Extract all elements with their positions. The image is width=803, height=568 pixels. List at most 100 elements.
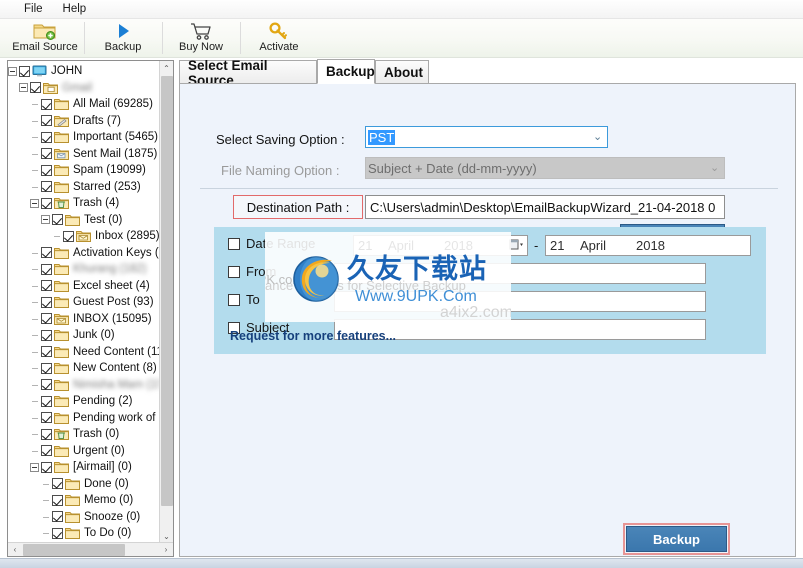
- tab-about[interactable]: About: [375, 60, 429, 84]
- tree-node-checkbox[interactable]: [41, 164, 52, 176]
- tree-node-checkbox[interactable]: [41, 346, 52, 358]
- tree-node-checkbox[interactable]: [41, 313, 52, 325]
- tree-node[interactable]: Trash (0): [8, 426, 160, 443]
- tree-node-checkbox[interactable]: [41, 362, 52, 374]
- from-checkbox[interactable]: From: [228, 264, 276, 279]
- tree-node[interactable]: Memo (0): [8, 492, 160, 509]
- checkbox-box[interactable]: [228, 265, 240, 278]
- tree-node[interactable]: Done (0): [8, 476, 160, 493]
- tree-node-checkbox[interactable]: [41, 197, 52, 209]
- tree-node-checkbox[interactable]: [41, 379, 52, 391]
- tree-node-checkbox[interactable]: [63, 230, 74, 242]
- tree-expander-icon[interactable]: [8, 66, 17, 76]
- tree-node[interactable]: All Mail (69285): [8, 96, 160, 113]
- tab-backup[interactable]: Backup: [317, 59, 375, 84]
- inbox-folder-icon: [54, 313, 69, 325]
- tree-node[interactable]: INBOX (15095): [8, 311, 160, 328]
- tree-node[interactable]: Gmail: [8, 80, 160, 97]
- tree-node[interactable]: Drafts (7): [8, 113, 160, 130]
- tree-node[interactable]: Important (5465): [8, 129, 160, 146]
- tree-node[interactable]: Snooze (0): [8, 509, 160, 526]
- date-to-picker[interactable]: 21 April 2018: [545, 235, 751, 256]
- tree-node-checkbox[interactable]: [52, 214, 63, 226]
- tree-node-checkbox[interactable]: [41, 461, 52, 473]
- tree-node[interactable]: Khurang (182): [8, 261, 160, 278]
- tree-node[interactable]: Test (0): [8, 212, 160, 229]
- tree-node-checkbox[interactable]: [41, 98, 52, 110]
- toolbar-button-email-source[interactable]: Email Source: [6, 19, 84, 58]
- menu-item-help[interactable]: Help: [53, 1, 97, 17]
- tree-node-checkbox[interactable]: [52, 527, 63, 539]
- to-input[interactable]: [334, 291, 706, 312]
- tree-expander-icon[interactable]: [30, 198, 39, 208]
- to-checkbox[interactable]: To: [228, 292, 260, 307]
- folder-icon: [65, 511, 80, 523]
- tree-horizontal-scrollbar[interactable]: ‹ ›: [8, 542, 173, 556]
- tree-node-checkbox[interactable]: [41, 131, 52, 143]
- tree-node[interactable]: Pending (2): [8, 393, 160, 410]
- checkbox-box[interactable]: [228, 293, 240, 306]
- from-input[interactable]: [334, 263, 706, 284]
- tree-node-checkbox[interactable]: [41, 296, 52, 308]
- tree-expander-icon[interactable]: [19, 83, 28, 93]
- tree-node-checkbox[interactable]: [41, 329, 52, 341]
- tree-node[interactable]: New Content (8): [8, 360, 160, 377]
- tree-node-checkbox[interactable]: [41, 445, 52, 457]
- calendar-dropdown-icon[interactable]: [509, 239, 524, 253]
- tree-node-checkbox[interactable]: [52, 478, 63, 490]
- tree-node-checkbox[interactable]: [41, 263, 52, 275]
- tree-node[interactable]: Starred (253): [8, 179, 160, 196]
- toolbar-button-buy-now[interactable]: Buy Now: [162, 19, 240, 58]
- tree-node-checkbox[interactable]: [41, 115, 52, 127]
- tree-node-checkbox[interactable]: [52, 511, 63, 523]
- toolbar-button-backup[interactable]: Backup: [84, 19, 162, 58]
- tree-node[interactable]: JOHN: [8, 63, 160, 80]
- tree-vertical-scrollbar[interactable]: ⌃ ⌄: [159, 61, 173, 543]
- tree-node-label: Memo (0): [84, 494, 134, 507]
- checkbox-box[interactable]: [228, 237, 240, 250]
- tree-node-checkbox[interactable]: [41, 247, 52, 259]
- tree-node[interactable]: Inbox (2895): [8, 228, 160, 245]
- date-range-checkbox[interactable]: Date Range: [228, 236, 315, 251]
- saving-option-combobox[interactable]: PST ⌄: [365, 126, 608, 148]
- tree-node-checkbox[interactable]: [41, 395, 52, 407]
- tree-node-checkbox[interactable]: [30, 82, 41, 94]
- menu-item-file[interactable]: File: [14, 1, 53, 17]
- request-more-features-link[interactable]: Request for more features...: [230, 329, 396, 343]
- folder-tree[interactable]: JOHN Gmail All Mail (69285) Drafts (7) Impor…: [8, 61, 160, 543]
- tree-node[interactable]: [Airmail] (0): [8, 459, 160, 476]
- tree-node-checkbox[interactable]: [41, 181, 52, 193]
- tree-node[interactable]: Guest Post (93): [8, 294, 160, 311]
- tree-node[interactable]: To Do (0): [8, 525, 160, 542]
- tree-node-checkbox[interactable]: [41, 280, 52, 292]
- tree-node[interactable]: Activation Keys (3: [8, 245, 160, 262]
- tree-node[interactable]: Need Content (11: [8, 344, 160, 361]
- tree-node-checkbox[interactable]: [52, 494, 63, 506]
- tree-node[interactable]: Junk (0): [8, 327, 160, 344]
- tree-node-checkbox[interactable]: [19, 65, 30, 77]
- scroll-down-arrow-icon[interactable]: ⌄: [160, 529, 173, 543]
- date-from-picker[interactable]: 21 April 2018: [353, 235, 528, 256]
- tab-select-email-source[interactable]: Select Email Source: [179, 58, 317, 88]
- scroll-up-arrow-icon[interactable]: ⌃: [160, 61, 173, 75]
- toolbar-button-activate[interactable]: Activate: [240, 19, 318, 58]
- scroll-right-arrow-icon[interactable]: ›: [159, 543, 173, 557]
- tree-node[interactable]: Nimisha Mam (15: [8, 377, 160, 394]
- tree-node-checkbox[interactable]: [41, 428, 52, 440]
- scroll-left-arrow-icon[interactable]: ‹: [8, 543, 22, 557]
- tree-node-checkbox[interactable]: [41, 412, 52, 424]
- tree-expander-icon[interactable]: [30, 462, 39, 472]
- destination-path-input[interactable]: C:\Users\admin\Desktop\EmailBackupWizard…: [365, 195, 725, 219]
- tree-node[interactable]: Trash (4): [8, 195, 160, 212]
- tree-vertical-scroll-thumb[interactable]: [161, 76, 173, 506]
- tree-node[interactable]: Spam (19099): [8, 162, 160, 179]
- tree-node[interactable]: Sent Mail (1875): [8, 146, 160, 163]
- chevron-down-icon[interactable]: ⌄: [593, 132, 602, 143]
- tree-node[interactable]: Excel sheet (4): [8, 278, 160, 295]
- tree-node[interactable]: Pending work of s: [8, 410, 160, 427]
- tree-node[interactable]: Urgent (0): [8, 443, 160, 460]
- backup-button[interactable]: Backup: [623, 523, 730, 555]
- tree-expander-icon[interactable]: [41, 215, 50, 225]
- tree-horizontal-scroll-thumb[interactable]: [23, 543, 125, 556]
- tree-node-checkbox[interactable]: [41, 148, 52, 160]
